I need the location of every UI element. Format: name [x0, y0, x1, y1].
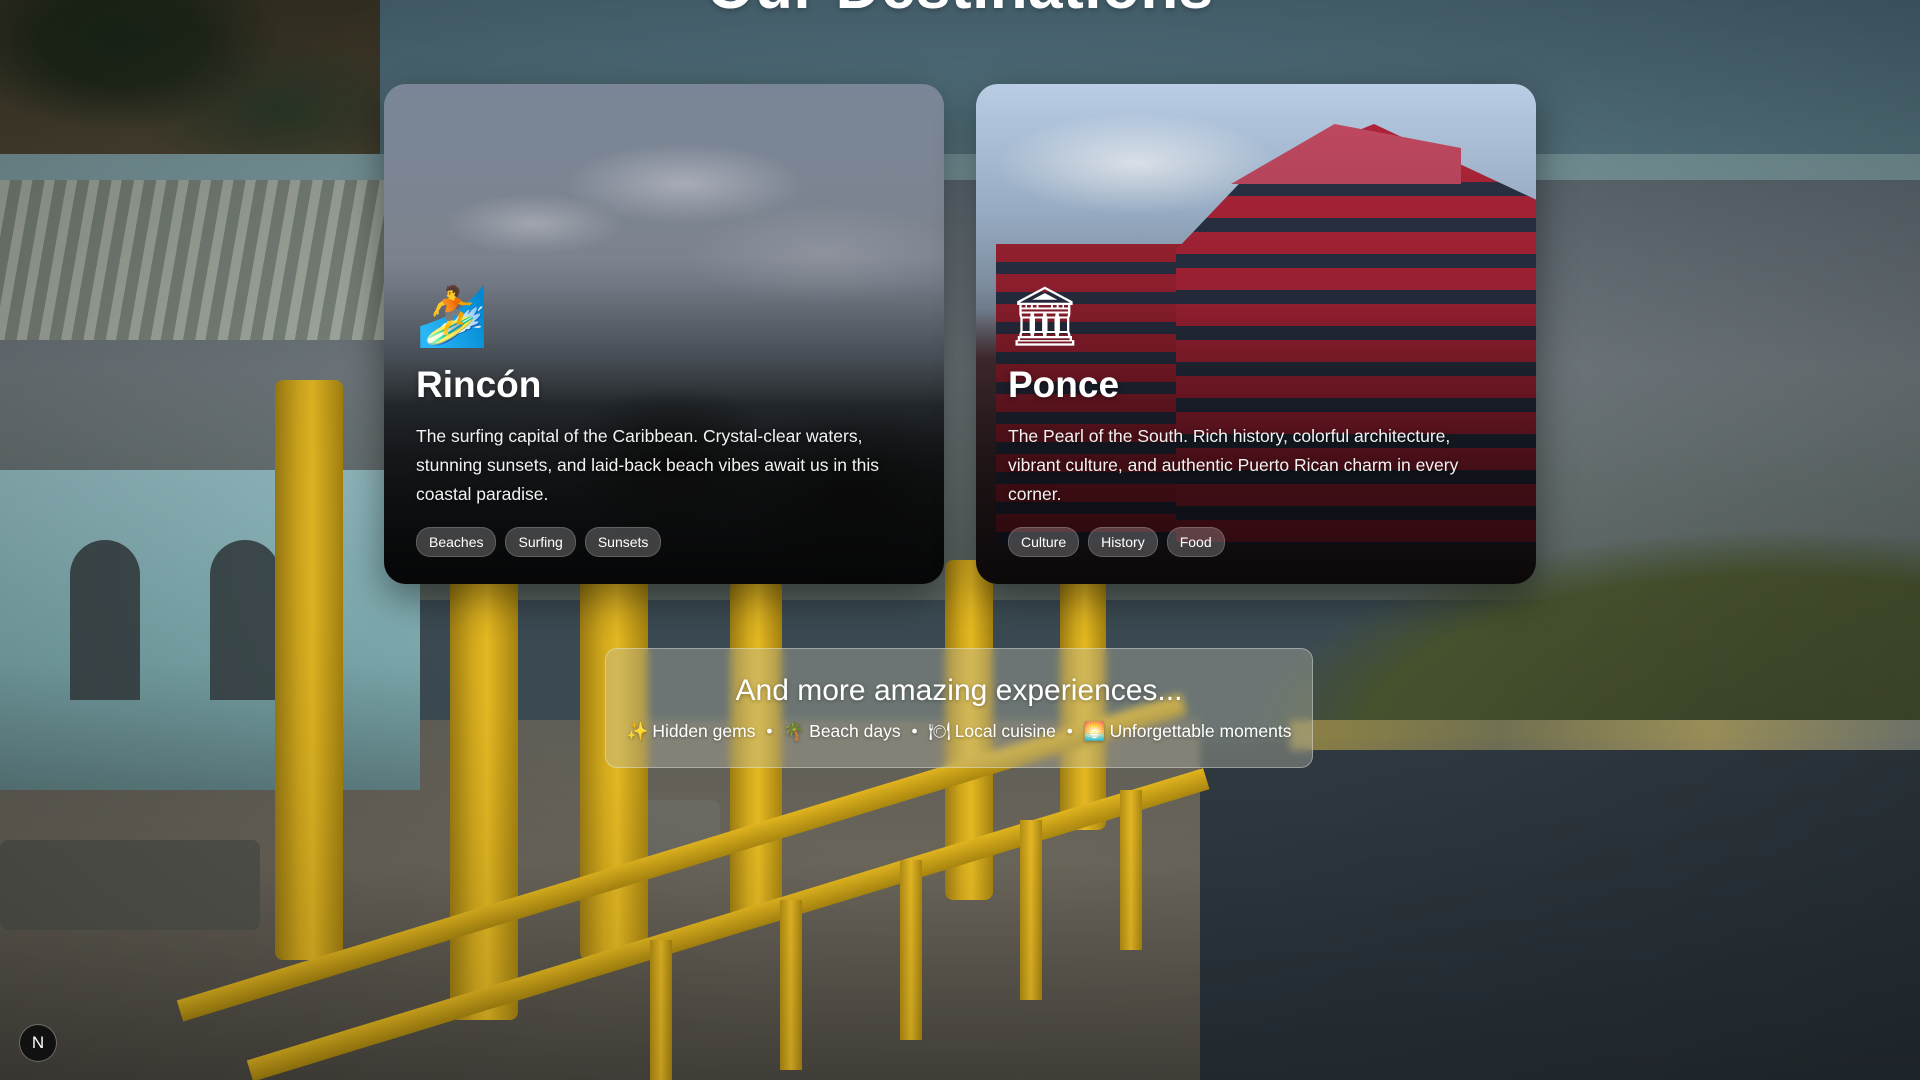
experience-label: Beach days — [809, 721, 901, 741]
tag: Surfing — [505, 527, 576, 557]
experience-item: 🌅 Unforgettable moments — [1083, 721, 1292, 742]
destination-card-rincon[interactable]: 🏄 Rincón The surfing capital of the Cari… — [384, 84, 944, 584]
sparkles-icon: ✨ — [626, 722, 649, 742]
separator: • — [766, 721, 773, 741]
tag: Beaches — [416, 527, 497, 557]
section-title: Our Destinations — [0, 0, 1920, 23]
nextjs-dev-badge[interactable]: N — [20, 1025, 56, 1061]
separator: • — [1066, 721, 1073, 741]
surfer-icon: 🏄 — [416, 282, 489, 350]
experience-label: Unforgettable moments — [1109, 721, 1292, 741]
plate-icon: 🍽 — [928, 722, 951, 742]
sunset-icon: 🌅 — [1083, 722, 1106, 742]
experience-list: ✨ Hidden gems • 🌴 Beach days • 🍽 Local cuis… — [606, 719, 1312, 744]
more-experiences-panel: And more amazing experiences... ✨ Hidden … — [605, 648, 1313, 768]
experience-item: 🌴 Beach days — [783, 721, 901, 742]
more-experiences-title: And more amazing experiences... — [735, 674, 1183, 707]
card-description: The Pearl of the South. Rich history, co… — [1008, 426, 1459, 504]
tag: Sunsets — [584, 527, 662, 557]
card-title: Ponce — [1008, 364, 1120, 405]
card-title: Rincón — [416, 364, 542, 405]
experience-label: Hidden gems — [652, 721, 756, 741]
experience-item: ✨ Hidden gems — [626, 721, 756, 742]
background-photo — [0, 0, 1920, 1080]
destination-card-ponce[interactable]: 🏛 Ponce The Pearl of the South. Rich his… — [976, 84, 1536, 584]
classical-building-icon: 🏛 — [1008, 282, 1082, 350]
card-body: 🏛 Ponce The Pearl of the South. Rich his… — [1008, 280, 1504, 557]
palm-tree-icon: 🌴 — [783, 722, 806, 742]
tag: History — [1088, 527, 1158, 557]
card-description: The surfing capital of the Caribbean. Cr… — [416, 426, 880, 504]
card-body: 🏄 Rincón The surfing capital of the Cari… — [416, 280, 912, 557]
tag: Culture — [1008, 527, 1080, 557]
separator: • — [911, 721, 918, 741]
tag-list: Beaches Surfing Sunsets — [416, 527, 912, 557]
tag-list: Culture History Food — [1008, 527, 1504, 557]
experience-item: 🍽 Local cuisine — [928, 721, 1056, 742]
tag: Food — [1166, 527, 1225, 557]
experience-label: Local cuisine — [954, 721, 1056, 741]
background-vignette — [0, 0, 1920, 1080]
